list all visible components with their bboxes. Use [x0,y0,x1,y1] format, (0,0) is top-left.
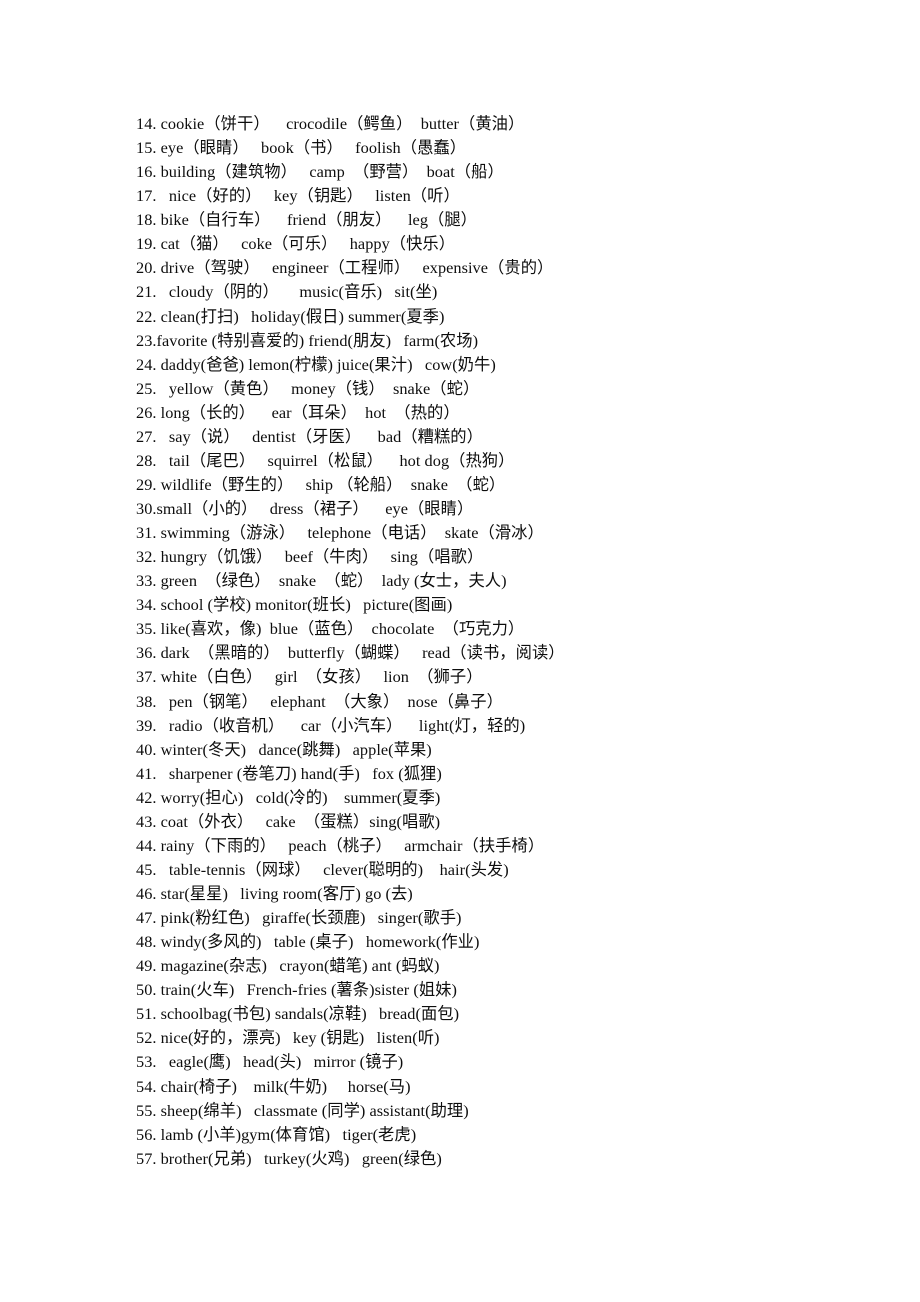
vocabulary-line: 41. sharpener (卷笔刀) hand(手) fox (狐狸) [136,763,442,783]
vocabulary-line: 29. wildlife（野生的） ship （轮船） snake （蛇） [136,474,506,494]
vocabulary-line: 53. eagle(鹰) head(头) mirror (镜子) [136,1052,404,1072]
vocabulary-line: 46. star(星星) living room(客厅) go (去) [136,884,413,903]
vocabulary-line: 44. rainy（下雨的） peach（桃子） armchair（扶手椅） [136,835,545,855]
vocabulary-line: 35. like(喜欢，像) blue（蓝色） chocolate （巧克力） [136,619,525,639]
vocabulary-line: 52. nice(好的，漂亮) key (钥匙) listen(听) [136,1028,440,1048]
vocabulary-line: 26. long（长的） ear（耳朵） hot （热的） [136,402,460,422]
vocabulary-line: 25. yellow（黄色） money（钱） snake（蛇） [136,378,480,398]
vocabulary-line: 45. table-tennis（网球） clever(聪明的) hair(头发… [136,859,509,879]
vocabulary-line: 16. building（建筑物） camp （野营） boat（船） [136,162,504,182]
vocabulary-line: 30.small（小的） dress（裙子） eye（眼睛） [136,499,474,518]
vocabulary-line: 34. school (学校) monitor(班长) picture(图画) [136,595,453,615]
vocabulary-list: 14. cookie（饼干） crocodile（鳄鱼） butter（黄油） 1… [136,112,876,1171]
vocabulary-line: 50. train(火车) French-fries (薯条)sister (姐… [136,980,457,1000]
vocabulary-line: 18. bike（自行车） friend（朋友） leg（腿） [136,210,478,230]
vocabulary-line: 33. green （绿色） snake （蛇） lady (女士，夫人) [136,571,507,591]
vocabulary-line: 23.favorite (特别喜爱的) friend(朋友) farm(农场) [136,330,479,350]
vocabulary-line: 39. radio（收音机） car（小汽车） light(灯，轻的) [136,715,526,735]
vocabulary-line: 15. eye（眼睛） book（书） foolish（愚蠢） [136,138,467,158]
vocabulary-line: 37. white（白色） girl （女孩） lion （狮子） [136,667,483,687]
vocabulary-line: 55. sheep(绵羊) classmate (同学) assistant(助… [136,1100,469,1120]
vocabulary-line: 21. cloudy（阴的） music(音乐) sit(坐) [136,282,438,302]
vocabulary-line: 27. say（说） dentist（牙医） bad（糟糕的） [136,426,483,446]
vocabulary-line: 31. swimming（游泳） telephone（电话） skate（滑冰） [136,523,544,543]
vocabulary-line: 54. chair(椅子) milk(牛奶) horse(马) [136,1076,411,1096]
vocabulary-line: 19. cat（猫） coke（可乐） happy（快乐） [136,234,456,254]
vocabulary-line: 48. windy(多风的) table (桌子) homework(作业) [136,932,480,952]
vocabulary-line: 43. coat（外衣） cake （蛋糕）sing(唱歌) [136,811,441,831]
document-page: 14. cookie（饼干） crocodile（鳄鱼） butter（黄油） 1… [0,0,920,1302]
vocabulary-line: 14. cookie（饼干） crocodile（鳄鱼） butter（黄油） [136,114,525,133]
vocabulary-line: 17. nice（好的） key（钥匙） listen（听） [136,186,460,206]
vocabulary-line: 38. pen（钢笔） elephant （大象） nose（鼻子） [136,691,503,711]
vocabulary-line: 51. schoolbag(书包) sandals(凉鞋) bread(面包) [136,1004,460,1024]
vocabulary-line: 47. pink(粉红色) giraffe(长颈鹿) singer(歌手) [136,908,462,928]
vocabulary-line: 36. dark （黑暗的） butterfly（蝴蝶） read（读书，阅读） [136,643,565,663]
vocabulary-line: 57. brother(兄弟) turkey(火鸡) green(绿色) [136,1148,442,1168]
vocabulary-line: 40. winter(冬天) dance(跳舞) apple(苹果) [136,739,432,759]
vocabulary-line: 20. drive（驾驶） engineer（工程师） expensive（贵的… [136,258,554,278]
vocabulary-line: 28. tail（尾巴） squirrel（松鼠） hot dog（热狗） [136,450,515,470]
vocabulary-line: 49. magazine(杂志) crayon(蜡笔) ant (蚂蚁) [136,956,440,976]
vocabulary-line: 42. worry(担心) cold(冷的) summer(夏季) [136,787,441,807]
vocabulary-line: 56. lamb (小羊)gym(体育馆) tiger(老虎) [136,1124,417,1144]
vocabulary-line: 32. hungry（饥饿） beef（牛肉） sing（唱歌） [136,547,484,567]
vocabulary-line: 22. clean(打扫) holiday(假日) summer(夏季) [136,306,445,326]
vocabulary-line: 24. daddy(爸爸) lemon(柠檬) juice(果汁) cow(奶牛… [136,354,496,374]
